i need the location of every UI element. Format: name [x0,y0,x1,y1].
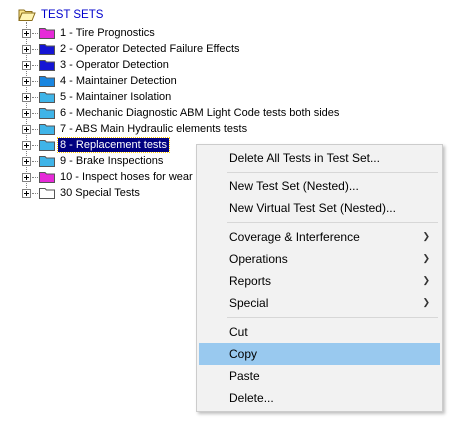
tree-node[interactable]: 6 - Mechanic Diagnostic ABM Light Code t… [22,105,341,121]
menu-item-label: Paste [229,369,260,383]
menu-separator [227,172,438,173]
tree-node-label: 1 - Tire Prognostics [60,27,155,39]
menu-item-label: Copy [229,347,258,361]
expand-icon[interactable] [22,108,31,118]
tree-node[interactable]: 4 - Maintainer Detection [22,73,179,89]
tree-node[interactable]: 5 - Maintainer Isolation [22,89,173,105]
expand-icon[interactable] [22,60,31,70]
expand-icon[interactable] [22,172,31,182]
chevron-right-icon: ❯ [422,231,430,241]
tree-node[interactable]: 30 Special Tests [22,185,142,201]
tree-node[interactable]: 7 - ABS Main Hydraulic elements tests [22,121,249,137]
open-folder-icon [18,9,36,21]
menu-item-delete[interactable]: Delete... [199,387,440,409]
tree-node[interactable]: 9 - Brake Inspections [22,153,165,169]
folder-icon [39,92,55,103]
menu-item-copy[interactable]: Copy [199,343,440,365]
tree-root-label: TEST SETS [41,9,104,21]
folder-icon [39,108,55,119]
folder-icon [39,60,55,71]
menu-item-operations[interactable]: Operations ❯ [199,248,440,270]
menu-item-label: Delete... [229,391,274,405]
expand-icon[interactable] [22,92,31,102]
tree-node-label: 6 - Mechanic Diagnostic ABM Light Code t… [60,107,340,119]
expand-icon[interactable] [22,28,31,38]
tree-node-label: 4 - Maintainer Detection [60,75,177,87]
menu-item-reports[interactable]: Reports ❯ [199,270,440,292]
menu-item-special[interactable]: Special ❯ [199,292,440,314]
folder-icon [39,188,55,199]
menu-item-new-test-set-nested[interactable]: New Test Set (Nested)... [199,175,440,197]
expand-icon[interactable] [22,44,31,54]
folder-icon [39,28,55,39]
tree-node[interactable]: 10 - Inspect hoses for wear [22,169,195,185]
expand-icon[interactable] [22,156,31,166]
menu-separator [227,317,438,318]
menu-item-label: Reports [229,274,272,288]
folder-icon [39,76,55,87]
tree-node-label: 10 - Inspect hoses for wear [60,171,193,183]
folder-icon [39,156,55,167]
menu-item-paste[interactable]: Paste [199,365,440,387]
menu-item-label: Special [229,296,269,310]
tree-node-label: 9 - Brake Inspections [60,155,164,167]
tree-node-label: 30 Special Tests [60,187,140,199]
tree-node[interactable]: 1 - Tire Prognostics [22,25,157,41]
context-menu: Delete All Tests in Test Set... New Test… [196,144,443,412]
folder-icon [39,140,55,151]
menu-item-new-virtual-test-set[interactable]: New Virtual Test Set (Nested)... [199,197,440,219]
tree-node-label: 2 - Operator Detected Failure Effects [60,43,240,55]
menu-item-coverage-interference[interactable]: Coverage & Interference ❯ [199,226,440,248]
tree-node[interactable]: 3 - Operator Detection [22,57,171,73]
tree-node[interactable]: 2 - Operator Detected Failure Effects [22,41,242,57]
menu-item-label: New Virtual Test Set (Nested)... [229,201,396,215]
folder-icon [39,172,55,183]
expand-icon[interactable] [22,188,31,198]
tree-node-label: 7 - ABS Main Hydraulic elements tests [60,123,248,135]
menu-item-label: New Test Set (Nested)... [229,179,359,193]
menu-item-label: Delete All Tests in Test Set... [229,151,380,165]
tree-node-label: 8 - Replacement tests [57,137,170,153]
tree-node-selected[interactable]: 8 - Replacement tests [22,137,170,153]
chevron-right-icon: ❯ [422,253,430,263]
menu-separator [227,222,438,223]
expand-icon[interactable] [22,76,31,86]
chevron-right-icon: ❯ [422,297,430,307]
menu-item-label: Cut [229,325,248,339]
menu-item-cut[interactable]: Cut [199,321,440,343]
tree-node-label: 5 - Maintainer Isolation [60,91,172,103]
menu-item-delete-all-tests[interactable]: Delete All Tests in Test Set... [199,147,440,169]
expand-icon[interactable] [22,140,31,150]
folder-icon [39,44,55,55]
tree-node-label: 3 - Operator Detection [60,59,169,71]
chevron-right-icon: ❯ [422,275,430,285]
tree-root[interactable]: TEST SETS [18,7,105,23]
folder-icon [39,124,55,135]
menu-item-label: Coverage & Interference [229,230,360,244]
expand-icon[interactable] [22,124,31,134]
menu-item-label: Operations [229,252,288,266]
